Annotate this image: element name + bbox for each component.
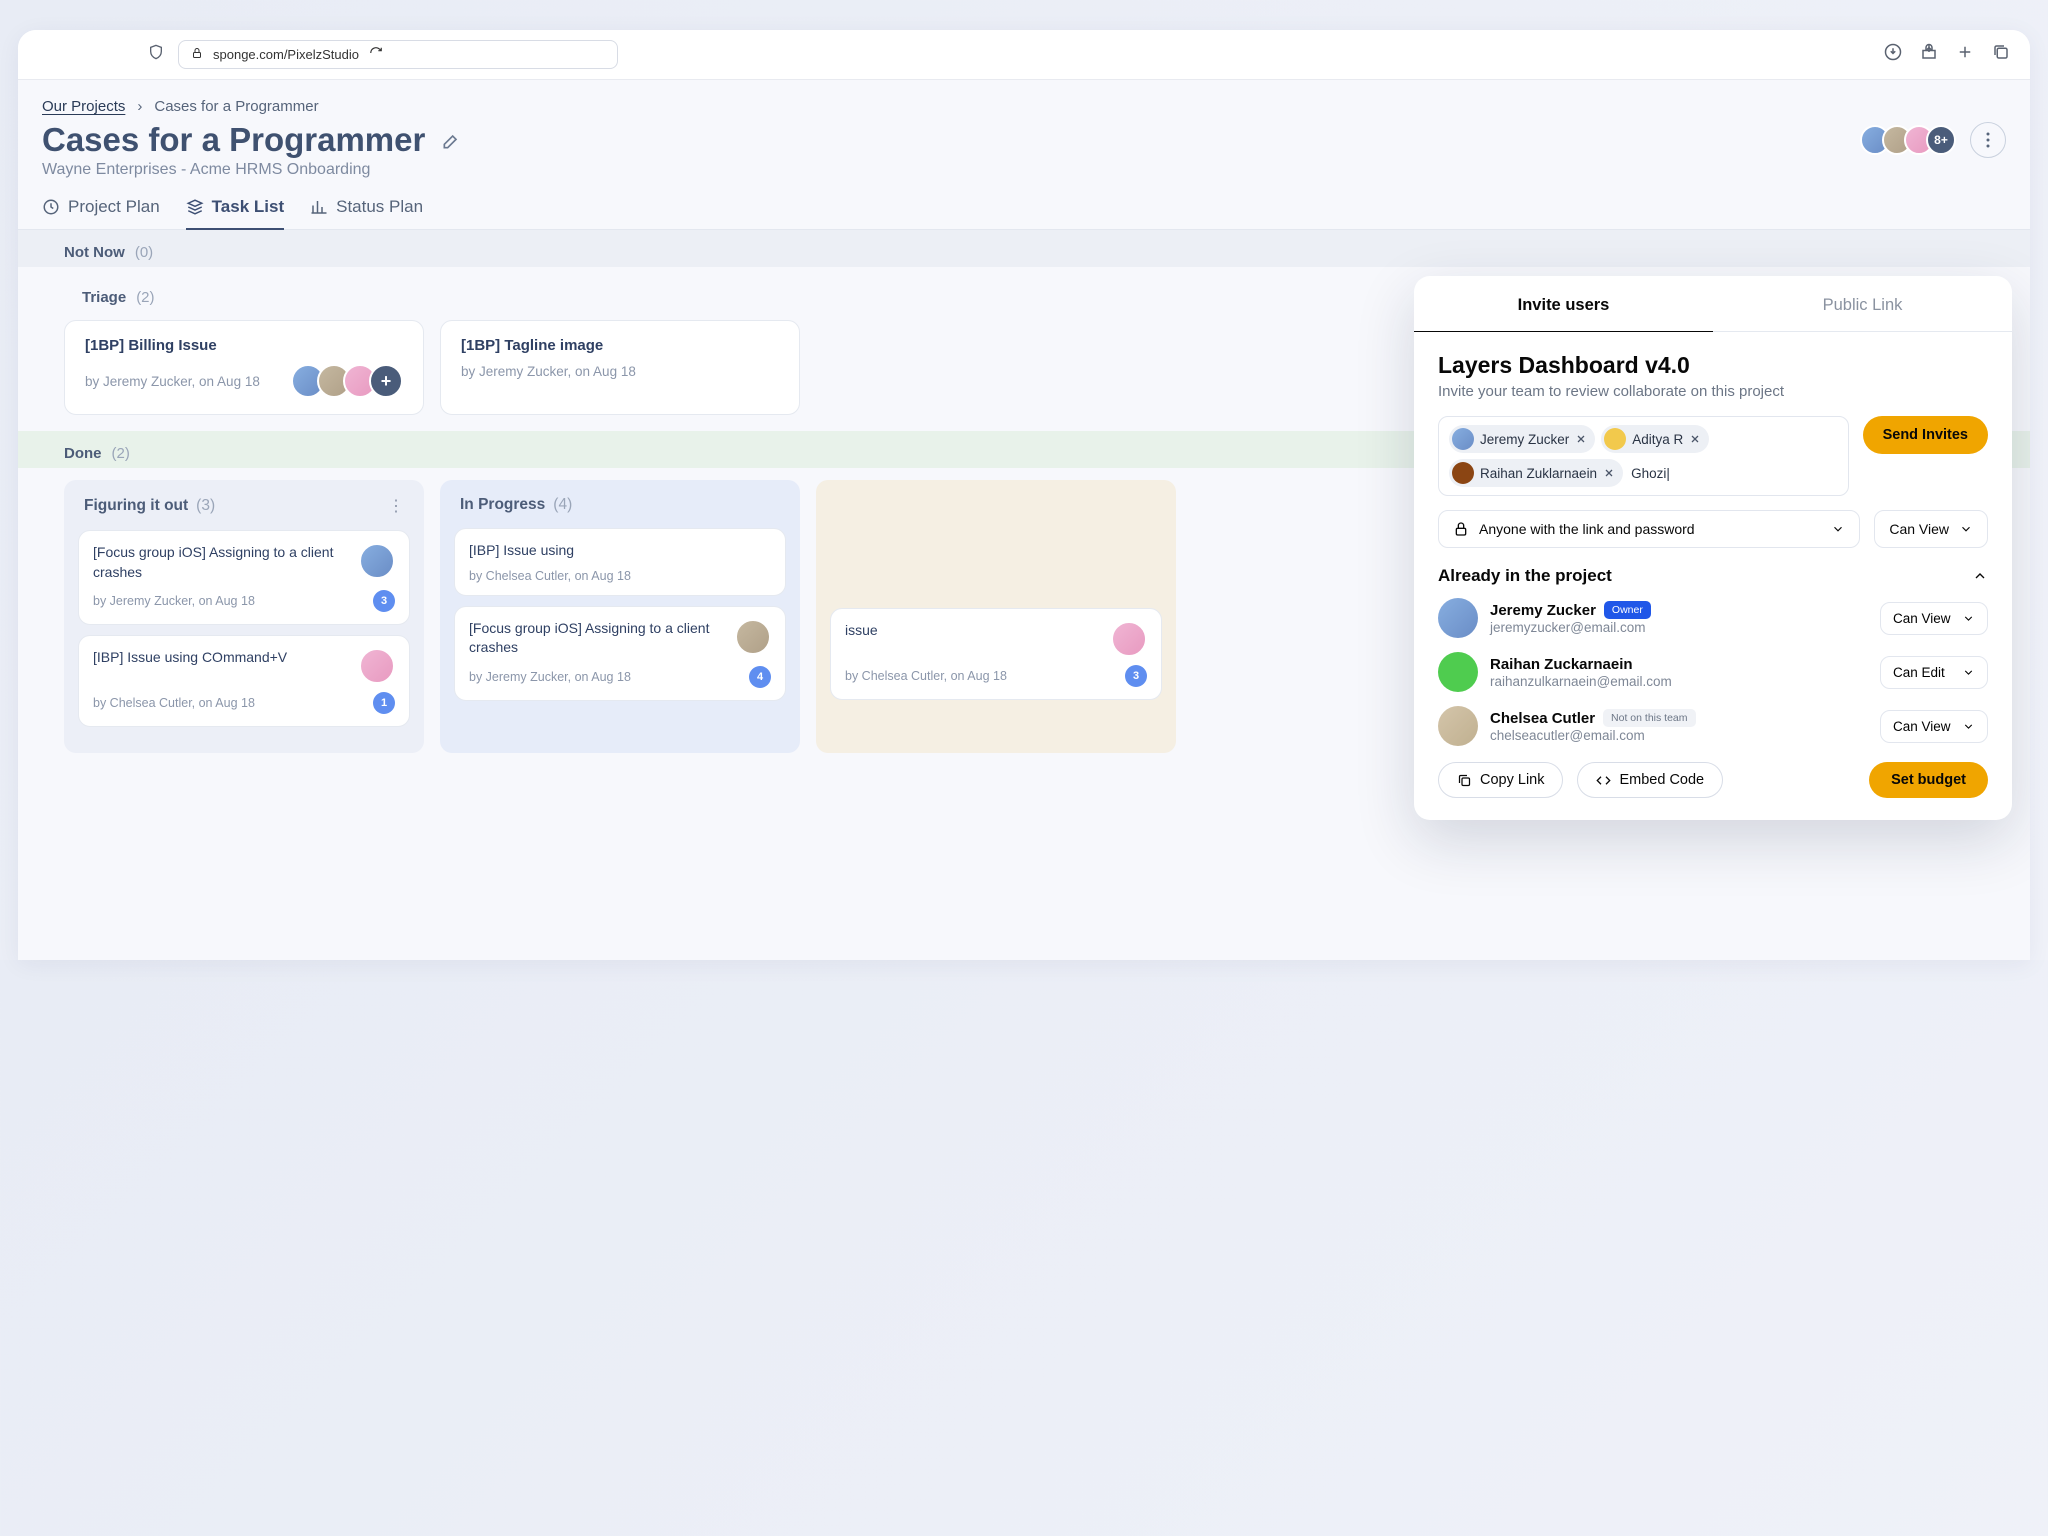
kanban-card[interactable]: [IBP] Issue using by Chelsea Cutler, on … bbox=[454, 528, 786, 596]
invite-input[interactable]: Jeremy Zucker Aditya R Raihan Zuklarnaei… bbox=[1438, 416, 1849, 496]
page-subtitle: Wayne Enterprises - Acme HRMS Onboarding bbox=[18, 159, 2030, 179]
invite-modal: Invite users Public Link Layers Dashboar… bbox=[1414, 276, 2012, 820]
avatar bbox=[359, 648, 395, 684]
edit-icon[interactable] bbox=[441, 121, 461, 159]
modal-description: Invite your team to review collaborate o… bbox=[1438, 383, 1988, 400]
section-not-now[interactable]: Not Now (0) bbox=[18, 230, 2030, 267]
kanban-card[interactable]: [Focus group iOS] Assigning to a client … bbox=[78, 530, 410, 625]
modal-tab-invite[interactable]: Invite users bbox=[1414, 276, 1713, 332]
kanban-card[interactable]: [Focus group iOS] Assigning to a client … bbox=[454, 606, 786, 701]
avatar bbox=[359, 543, 395, 579]
permission-select[interactable]: Can View bbox=[1880, 602, 1988, 635]
avatar-stack[interactable]: 8+ bbox=[1868, 125, 1956, 155]
breadcrumb-root[interactable]: Our Projects bbox=[42, 98, 125, 115]
tab-task-list[interactable]: Task List bbox=[186, 197, 284, 229]
chevron-up-icon bbox=[1972, 568, 1988, 584]
tab-status-plan[interactable]: Status Plan bbox=[310, 197, 423, 229]
copy-link-button[interactable]: Copy Link bbox=[1438, 762, 1563, 798]
copy-icon bbox=[1457, 773, 1472, 788]
board-column-in-progress: In Progress(4) [IBP] Issue using by Chel… bbox=[440, 480, 800, 753]
member-row: Jeremy ZuckerOwner jeremyzucker@email.co… bbox=[1438, 598, 1988, 638]
board-column-figuring: Figuring it out(3) ⋮ [Focus group iOS] A… bbox=[64, 480, 424, 753]
task-title: [1BP] Billing Issue bbox=[85, 337, 403, 354]
chevron-down-icon bbox=[1962, 720, 1975, 733]
refresh-icon[interactable] bbox=[369, 46, 383, 63]
member-row: Raihan Zuckarnaein raihanzulkarnaein@ema… bbox=[1438, 652, 1988, 692]
kanban-card[interactable]: issue by Chelsea Cutler, on Aug 183 bbox=[830, 608, 1162, 700]
task-byline: by Jeremy Zucker, on Aug 18 bbox=[85, 374, 260, 389]
column-menu-icon[interactable]: ⋮ bbox=[388, 496, 404, 516]
not-on-team-badge: Not on this team bbox=[1603, 709, 1695, 727]
tabs-icon[interactable] bbox=[1992, 43, 2010, 66]
avatar-more: 8+ bbox=[1926, 125, 1956, 155]
count-badge: 3 bbox=[373, 590, 395, 612]
plus-icon[interactable] bbox=[1956, 43, 1974, 66]
board-column: issue by Chelsea Cutler, on Aug 183 bbox=[816, 480, 1176, 753]
modal-title: Layers Dashboard v4.0 bbox=[1438, 352, 1988, 379]
download-icon[interactable] bbox=[1884, 43, 1902, 66]
task-title: [1BP] Tagline image bbox=[461, 337, 779, 354]
avatar bbox=[1438, 652, 1478, 692]
shield-icon bbox=[148, 44, 164, 65]
permission-select[interactable]: Can Edit bbox=[1880, 656, 1988, 689]
avatar bbox=[1111, 621, 1147, 657]
members-list-header[interactable]: Already in the project bbox=[1438, 566, 1988, 586]
chevron-right-icon: › bbox=[137, 98, 142, 115]
chevron-down-icon bbox=[1959, 522, 1973, 536]
kanban-card[interactable]: [IBP] Issue using COmmand+V by Chelsea C… bbox=[78, 635, 410, 727]
url-bar[interactable]: sponge.com/PixelzStudio bbox=[178, 40, 618, 69]
user-chip[interactable]: Jeremy Zucker bbox=[1449, 425, 1595, 453]
lock-icon bbox=[1453, 521, 1469, 537]
count-badge: 3 bbox=[1125, 665, 1147, 687]
overflow-menu-button[interactable] bbox=[1970, 122, 2006, 158]
count-badge: 1 bbox=[373, 692, 395, 714]
set-budget-button[interactable]: Set budget bbox=[1869, 762, 1988, 798]
task-byline: by Jeremy Zucker, on Aug 18 bbox=[461, 364, 636, 379]
breadcrumb: Our Projects › Cases for a Programmer bbox=[18, 80, 2030, 115]
modal-tab-public-link[interactable]: Public Link bbox=[1713, 276, 2012, 332]
send-invites-button[interactable]: Send Invites bbox=[1863, 416, 1988, 454]
page-title: Cases for a Programmer bbox=[42, 121, 461, 159]
count-badge: 4 bbox=[749, 666, 771, 688]
url-text: sponge.com/PixelzStudio bbox=[213, 47, 359, 62]
remove-icon[interactable] bbox=[1603, 467, 1615, 479]
default-permission-select[interactable]: Can View bbox=[1874, 510, 1988, 548]
lock-icon bbox=[191, 47, 203, 62]
invite-typing: Ghozi| bbox=[1629, 463, 1672, 484]
chevron-down-icon bbox=[1962, 612, 1975, 625]
chevron-down-icon bbox=[1962, 666, 1975, 679]
avatar bbox=[735, 619, 771, 655]
task-card[interactable]: [1BP] Billing Issue by Jeremy Zucker, on… bbox=[64, 320, 424, 415]
member-row: Chelsea CutlerNot on this team chelseacu… bbox=[1438, 706, 1988, 746]
avatar bbox=[1438, 598, 1478, 638]
link-access-select[interactable]: Anyone with the link and password bbox=[1438, 510, 1860, 548]
breadcrumb-current: Cases for a Programmer bbox=[154, 98, 318, 115]
browser-toolbar: sponge.com/PixelzStudio bbox=[18, 30, 2030, 80]
user-chip[interactable]: Aditya R bbox=[1601, 425, 1709, 453]
share-icon[interactable] bbox=[1920, 43, 1938, 66]
permission-select[interactable]: Can View bbox=[1880, 710, 1988, 743]
chevron-down-icon bbox=[1831, 522, 1845, 536]
remove-icon[interactable] bbox=[1689, 433, 1701, 445]
code-icon bbox=[1596, 773, 1611, 788]
task-card[interactable]: [1BP] Tagline image by Jeremy Zucker, on… bbox=[440, 320, 800, 415]
tab-project-plan[interactable]: Project Plan bbox=[42, 197, 160, 229]
owner-badge: Owner bbox=[1604, 601, 1651, 619]
add-assignee-button[interactable]: + bbox=[369, 364, 403, 398]
user-chip[interactable]: Raihan Zuklarnaein bbox=[1449, 459, 1623, 487]
avatar bbox=[1438, 706, 1478, 746]
remove-icon[interactable] bbox=[1575, 433, 1587, 445]
embed-code-button[interactable]: Embed Code bbox=[1577, 762, 1723, 798]
